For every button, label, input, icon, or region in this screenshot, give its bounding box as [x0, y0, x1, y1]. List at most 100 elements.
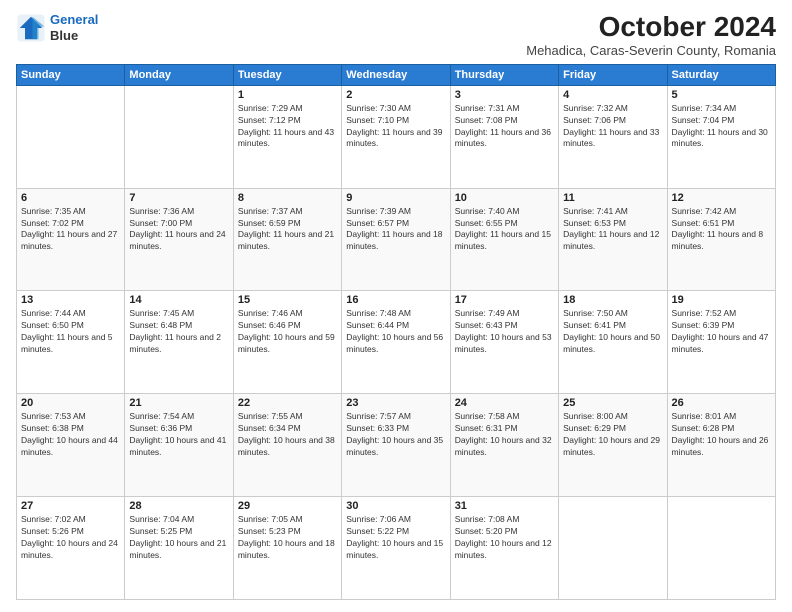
week-row-4: 20 Sunrise: 7:53 AM Sunset: 6:38 PM Dayli…: [17, 394, 776, 497]
day-number: 1: [238, 89, 337, 101]
cell-content: Sunrise: 7:49 AM Sunset: 6:43 PM Dayligh…: [455, 308, 554, 356]
cell-2-6: 19Sunrise: 7:52 AM Sunset: 6:39 PM Dayli…: [667, 291, 775, 394]
cell-content: Sunrise: 8:01 AM Sunset: 6:28 PM Dayligh…: [672, 411, 771, 459]
cell-4-6: [667, 497, 775, 600]
day-number: 8: [238, 192, 337, 204]
cell-3-2: 22 Sunrise: 7:55 AM Sunset: 6:34 PM Dayli…: [233, 394, 341, 497]
col-sunday: Sunday: [17, 64, 125, 85]
col-friday: Friday: [559, 64, 667, 85]
cell-content: Sunrise: 7:32 AM Sunset: 7:06 PM Dayligh…: [563, 103, 662, 151]
cell-content: Sunrise: 7:55 AM Sunset: 6:34 PM Dayligh…: [238, 411, 337, 459]
cell-1-2: 8 Sunrise: 7:37 AM Sunset: 6:59 PM Daylig…: [233, 188, 341, 291]
cell-4-0: 27Sunrise: 7:02 AM Sunset: 5:26 PM Dayli…: [17, 497, 125, 600]
cell-1-4: 10 Sunrise: 7:40 AM Sunset: 6:55 PM Dayli…: [450, 188, 558, 291]
day-number: 7: [129, 192, 228, 204]
header: General Blue October 2024 Mehadica, Cara…: [16, 12, 776, 58]
cell-1-6: 12 Sunrise: 7:42 AM Sunset: 6:51 PM Dayli…: [667, 188, 775, 291]
cell-1-1: 7 Sunrise: 7:36 AM Sunset: 7:00 PM Daylig…: [125, 188, 233, 291]
cell-content: Sunrise: 8:00 AM Sunset: 6:29 PM Dayligh…: [563, 411, 662, 459]
cell-3-6: 26Sunrise: 8:01 AM Sunset: 6:28 PM Dayli…: [667, 394, 775, 497]
cell-content: Sunrise: 7:53 AM Sunset: 6:38 PM Dayligh…: [21, 411, 120, 459]
day-number: 20: [21, 397, 120, 409]
day-number: 15: [238, 294, 337, 306]
cell-4-3: 30 Sunrise: 7:06 AM Sunset: 5:22 PM Dayli…: [342, 497, 450, 600]
cell-3-3: 23Sunrise: 7:57 AM Sunset: 6:33 PM Dayli…: [342, 394, 450, 497]
cell-content: Sunrise: 7:40 AM Sunset: 6:55 PM Dayligh…: [455, 206, 554, 254]
cell-content: Sunrise: 7:50 AM Sunset: 6:41 PM Dayligh…: [563, 308, 662, 356]
page-title: October 2024: [526, 12, 776, 43]
logo-line1: General: [50, 12, 98, 27]
day-number: 22: [238, 397, 337, 409]
day-number: 18: [563, 294, 662, 306]
cell-4-4: 31 Sunrise: 7:08 AM Sunset: 5:20 PM Dayli…: [450, 497, 558, 600]
cell-content: Sunrise: 7:41 AM Sunset: 6:53 PM Dayligh…: [563, 206, 662, 254]
cell-content: Sunrise: 7:42 AM Sunset: 6:51 PM Dayligh…: [672, 206, 771, 254]
day-number: 6: [21, 192, 120, 204]
day-number: 28: [129, 500, 228, 512]
cell-content: Sunrise: 7:29 AM Sunset: 7:12 PM Dayligh…: [238, 103, 337, 151]
page: General Blue October 2024 Mehadica, Cara…: [0, 0, 792, 612]
cell-3-4: 24 Sunrise: 7:58 AM Sunset: 6:31 PM Dayli…: [450, 394, 558, 497]
logo: General Blue: [16, 12, 98, 43]
cell-2-0: 13 Sunrise: 7:44 AM Sunset: 6:50 PM Dayli…: [17, 291, 125, 394]
cell-0-2: 1 Sunrise: 7:29 AM Sunset: 7:12 PM Daylig…: [233, 85, 341, 188]
calendar-header-row: Sunday Monday Tuesday Wednesday Thursday…: [17, 64, 776, 85]
week-row-5: 27Sunrise: 7:02 AM Sunset: 5:26 PM Dayli…: [17, 497, 776, 600]
cell-4-1: 28 Sunrise: 7:04 AM Sunset: 5:25 PM Dayli…: [125, 497, 233, 600]
day-number: 12: [672, 192, 771, 204]
calendar: Sunday Monday Tuesday Wednesday Thursday…: [16, 64, 776, 600]
cell-1-0: 6 Sunrise: 7:35 AM Sunset: 7:02 PM Daylig…: [17, 188, 125, 291]
logo-icon: [16, 13, 46, 43]
day-number: 24: [455, 397, 554, 409]
cell-content: Sunrise: 7:34 AM Sunset: 7:04 PM Dayligh…: [672, 103, 771, 151]
cell-content: Sunrise: 7:30 AM Sunset: 7:10 PM Dayligh…: [346, 103, 445, 151]
cell-content: Sunrise: 7:35 AM Sunset: 7:02 PM Dayligh…: [21, 206, 120, 254]
cell-content: Sunrise: 7:08 AM Sunset: 5:20 PM Dayligh…: [455, 514, 554, 562]
cell-content: Sunrise: 7:57 AM Sunset: 6:33 PM Dayligh…: [346, 411, 445, 459]
day-number: 31: [455, 500, 554, 512]
cell-1-3: 9Sunrise: 7:39 AM Sunset: 6:57 PM Daylig…: [342, 188, 450, 291]
week-row-1: 1 Sunrise: 7:29 AM Sunset: 7:12 PM Daylig…: [17, 85, 776, 188]
cell-content: Sunrise: 7:54 AM Sunset: 6:36 PM Dayligh…: [129, 411, 228, 459]
cell-content: Sunrise: 7:58 AM Sunset: 6:31 PM Dayligh…: [455, 411, 554, 459]
cell-content: Sunrise: 7:46 AM Sunset: 6:46 PM Dayligh…: [238, 308, 337, 356]
col-tuesday: Tuesday: [233, 64, 341, 85]
cell-2-4: 17Sunrise: 7:49 AM Sunset: 6:43 PM Dayli…: [450, 291, 558, 394]
cell-content: Sunrise: 7:44 AM Sunset: 6:50 PM Dayligh…: [21, 308, 120, 356]
day-number: 21: [129, 397, 228, 409]
day-number: 29: [238, 500, 337, 512]
cell-3-1: 21 Sunrise: 7:54 AM Sunset: 6:36 PM Dayli…: [125, 394, 233, 497]
day-number: 25: [563, 397, 662, 409]
cell-2-5: 18 Sunrise: 7:50 AM Sunset: 6:41 PM Dayli…: [559, 291, 667, 394]
day-number: 13: [21, 294, 120, 306]
day-number: 14: [129, 294, 228, 306]
cell-3-0: 20 Sunrise: 7:53 AM Sunset: 6:38 PM Dayli…: [17, 394, 125, 497]
cell-content: Sunrise: 7:48 AM Sunset: 6:44 PM Dayligh…: [346, 308, 445, 356]
day-number: 16: [346, 294, 445, 306]
cell-content: Sunrise: 7:36 AM Sunset: 7:00 PM Dayligh…: [129, 206, 228, 254]
day-number: 5: [672, 89, 771, 101]
cell-1-5: 11 Sunrise: 7:41 AM Sunset: 6:53 PM Dayli…: [559, 188, 667, 291]
day-number: 27: [21, 500, 120, 512]
cell-content: Sunrise: 7:31 AM Sunset: 7:08 PM Dayligh…: [455, 103, 554, 151]
cell-4-2: 29 Sunrise: 7:05 AM Sunset: 5:23 PM Dayli…: [233, 497, 341, 600]
cell-content: Sunrise: 7:04 AM Sunset: 5:25 PM Dayligh…: [129, 514, 228, 562]
cell-content: Sunrise: 7:05 AM Sunset: 5:23 PM Dayligh…: [238, 514, 337, 562]
day-number: 3: [455, 89, 554, 101]
cell-content: Sunrise: 7:37 AM Sunset: 6:59 PM Dayligh…: [238, 206, 337, 254]
day-number: 30: [346, 500, 445, 512]
logo-text: General Blue: [50, 12, 98, 43]
page-subtitle: Mehadica, Caras-Severin County, Romania: [526, 43, 776, 58]
day-number: 10: [455, 192, 554, 204]
cell-2-2: 15 Sunrise: 7:46 AM Sunset: 6:46 PM Dayli…: [233, 291, 341, 394]
cell-0-1: [125, 85, 233, 188]
cell-content: Sunrise: 7:06 AM Sunset: 5:22 PM Dayligh…: [346, 514, 445, 562]
day-number: 11: [563, 192, 662, 204]
col-thursday: Thursday: [450, 64, 558, 85]
cell-0-5: 4Sunrise: 7:32 AM Sunset: 7:06 PM Daylig…: [559, 85, 667, 188]
cell-4-5: [559, 497, 667, 600]
cell-2-3: 16 Sunrise: 7:48 AM Sunset: 6:44 PM Dayli…: [342, 291, 450, 394]
title-block: October 2024 Mehadica, Caras-Severin Cou…: [526, 12, 776, 58]
cell-content: Sunrise: 7:45 AM Sunset: 6:48 PM Dayligh…: [129, 308, 228, 356]
cell-0-6: 5 Sunrise: 7:34 AM Sunset: 7:04 PM Daylig…: [667, 85, 775, 188]
